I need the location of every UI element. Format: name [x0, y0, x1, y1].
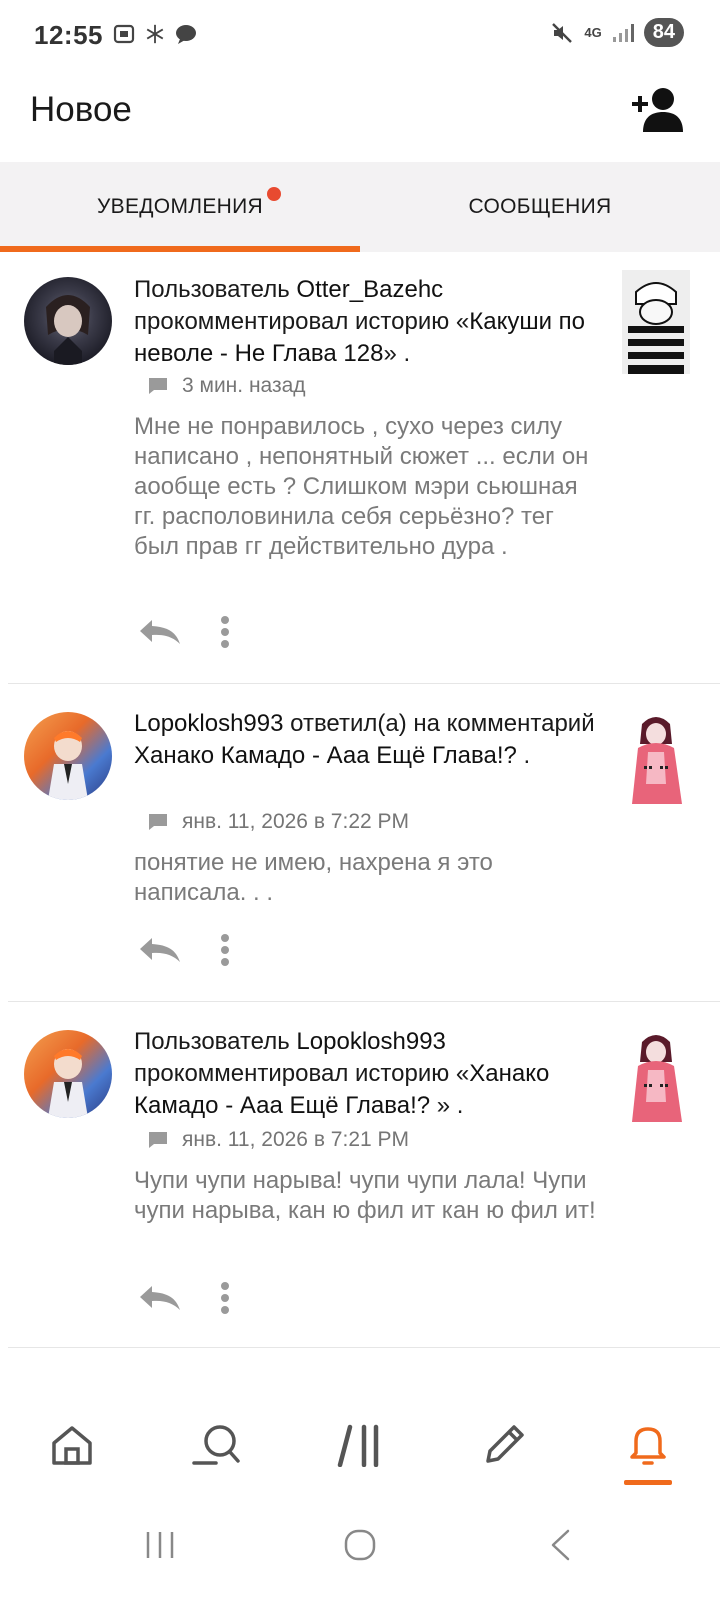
timestamp: янв. 11, 2026 в 7:21 PM — [182, 1128, 410, 1151]
timestamp: 3 мин. назад — [182, 374, 306, 397]
add-user-icon — [632, 88, 683, 132]
mute-icon — [552, 22, 573, 43]
nav-search[interactable] — [176, 1405, 256, 1485]
unread-dot — [267, 187, 281, 201]
nav-notifications[interactable] — [608, 1405, 688, 1485]
timestamp: янв. 11, 2026 в 7:22 PM — [182, 810, 410, 833]
pencil-icon — [486, 1425, 524, 1463]
notification-text: Пользователь Lopoklosh993 прокомментиров… — [134, 1026, 606, 1122]
user-link[interactable]: Lopoklosh993 — [296, 1028, 445, 1055]
tab-bar: УВЕДОМЛЕНИЯ СООБЩЕНИЯ — [0, 162, 720, 252]
network-type: 4G — [584, 24, 602, 40]
status-icons-right: 4G 84 — [550, 18, 684, 47]
page-title: Новое — [30, 90, 132, 129]
avatar[interactable] — [24, 277, 112, 365]
status-icons-left — [112, 22, 198, 46]
text-middle: ответил(а) на комментарий — [283, 710, 595, 737]
story-thumbnail[interactable] — [622, 270, 690, 374]
signal-icon — [612, 23, 634, 42]
notification-item[interactable]: Lopoklosh993 ответил(а) на комментарий Х… — [8, 684, 720, 1002]
notification-meta: янв. 11, 2026 в 7:22 PM — [148, 810, 409, 834]
more-options-icon[interactable] — [220, 616, 230, 648]
more-options-icon[interactable] — [220, 1282, 230, 1314]
search-icon — [192, 1425, 240, 1465]
tab-notifications[interactable]: УВЕДОМЛЕНИЯ — [0, 162, 360, 252]
snowflake-icon — [146, 24, 164, 44]
notification-actions — [138, 934, 230, 966]
tab-messages-label: СООБЩЕНИЯ — [468, 195, 612, 218]
text-suffix: . — [516, 742, 531, 769]
recent-apps-button[interactable] — [120, 1515, 200, 1575]
text-prefix: Пользователь — [134, 276, 297, 303]
notification-text: Пользователь Otter_Bazehc прокомментиров… — [134, 274, 606, 370]
screenshot-icon — [113, 24, 135, 44]
avatar[interactable] — [24, 1030, 112, 1118]
nav-library[interactable] — [320, 1405, 400, 1485]
comment-icon — [149, 814, 167, 830]
tab-messages[interactable]: СООБЩЕНИЯ — [360, 162, 720, 252]
more-options-icon[interactable] — [220, 934, 230, 966]
text-suffix: » . — [430, 1092, 464, 1119]
system-navigation — [0, 1490, 720, 1600]
battery-indicator: 84 — [643, 18, 684, 47]
avatar[interactable] — [24, 712, 112, 800]
story-thumbnail[interactable] — [622, 704, 690, 808]
text-suffix: » . — [383, 340, 411, 367]
user-link[interactable]: Otter_Bazehc — [296, 276, 443, 303]
text-middle: прокомментировал историю « — [134, 1060, 470, 1087]
add-user-button[interactable] — [630, 86, 686, 134]
notification-meta: 3 мин. назад — [148, 374, 306, 398]
reply-icon[interactable] — [138, 1284, 182, 1312]
status-time: 12:55 — [34, 20, 103, 50]
notification-actions — [138, 616, 230, 648]
back-button[interactable] — [520, 1515, 600, 1575]
notification-item[interactable]: Пользователь Lopoklosh993 прокомментиров… — [8, 1002, 720, 1348]
recent-apps-icon — [146, 1532, 174, 1558]
bell-icon — [630, 1427, 666, 1465]
library-icon — [337, 1424, 379, 1467]
text-middle: прокомментировал историю « — [134, 308, 470, 335]
notification-text: Lopoklosh993 ответил(а) на комментарий Х… — [134, 708, 606, 772]
app-header: Новое — [0, 72, 720, 162]
back-icon — [551, 1529, 570, 1561]
story-thumbnail[interactable] — [622, 1022, 690, 1126]
nav-home[interactable] — [32, 1405, 112, 1485]
notification-item[interactable]: Пользователь Otter_Bazehc прокомментиров… — [8, 252, 720, 684]
tab-notifications-label: УВЕДОМЛЕНИЯ — [97, 195, 263, 218]
comment-body: Чупи чупи нарыва! чупи чупи лала! Чупи ч… — [134, 1167, 596, 1224]
user-link[interactable]: Lopoklosh993 — [134, 710, 283, 737]
comment-icon — [149, 378, 167, 394]
notification-actions — [138, 1282, 230, 1314]
comment-icon — [149, 1132, 167, 1148]
text-prefix: Пользователь — [134, 1028, 297, 1055]
home-icon — [52, 1426, 92, 1465]
status-bar: 12:55 4G 84 — [0, 0, 720, 72]
nav-write[interactable] — [464, 1405, 544, 1485]
reply-icon[interactable] — [138, 618, 182, 646]
reply-icon[interactable] — [138, 936, 182, 964]
bottom-navigation — [0, 1400, 720, 1490]
comment-body: понятие не имею, нахрена я это написала.… — [134, 849, 493, 906]
comment-link[interactable]: Ханако Камадо - Ааа Ещё Глава!? — [134, 742, 517, 769]
home-circle-icon — [344, 1529, 376, 1561]
chat-bubble-icon — [176, 25, 196, 44]
home-button[interactable] — [320, 1515, 400, 1575]
comment-body: Мне не понравилось , сухо через силу нап… — [134, 413, 589, 560]
notification-meta: янв. 11, 2026 в 7:21 PM — [148, 1128, 409, 1152]
